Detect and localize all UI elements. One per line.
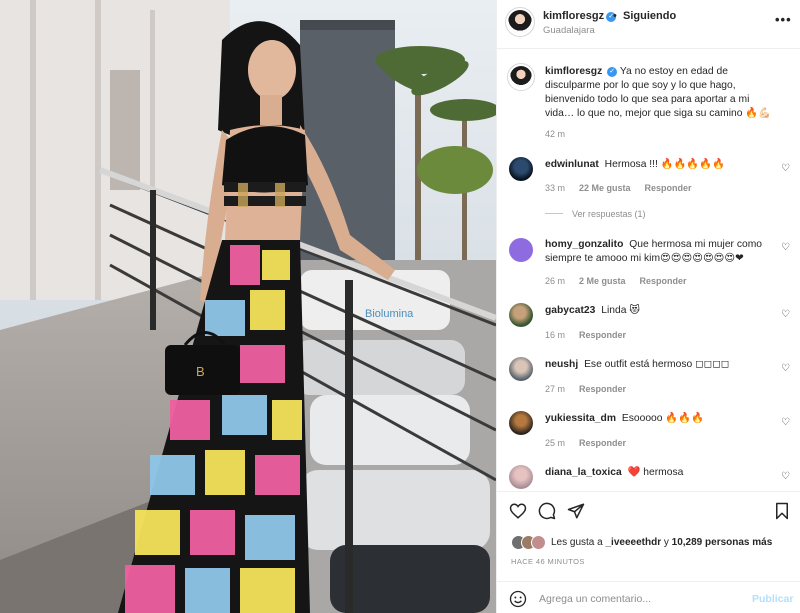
comment-text: Esooooo 🔥🔥🔥 bbox=[621, 413, 704, 424]
paper-plane-icon[interactable] bbox=[567, 502, 585, 520]
post-sidebar: kimfloresgz ✓ • Siguiendo Guadalajara •••… bbox=[496, 0, 800, 613]
comment-time: 25 m bbox=[545, 438, 566, 448]
post-location[interactable]: Guadalajara bbox=[543, 25, 595, 36]
emoji-icon[interactable] bbox=[509, 590, 527, 608]
reply-button[interactable]: Responder bbox=[645, 183, 692, 193]
likes-prefix: Les gusta a bbox=[551, 537, 603, 548]
comment-username[interactable]: diana_la_toxica bbox=[545, 467, 622, 478]
comment-likes[interactable]: 2 Me gusta bbox=[579, 276, 626, 286]
comment-username[interactable]: gabycat23 bbox=[545, 305, 595, 316]
post-header: kimfloresgz ✓ • Siguiendo Guadalajara ••• bbox=[497, 0, 800, 49]
add-comment-bar: Agrega un comentario... Publicar bbox=[497, 581, 800, 613]
comment-likes[interactable]: 22 Me gusta bbox=[579, 183, 631, 193]
likes-conjunction: y bbox=[663, 537, 669, 548]
post-actions: Les gusta a _iveeeethdr y 10,289 persona… bbox=[497, 491, 800, 613]
post-image: Biolumina B bbox=[0, 0, 496, 613]
reply-button[interactable]: Responder bbox=[579, 438, 626, 448]
comment-like-heart-icon[interactable]: ♡ bbox=[781, 471, 790, 482]
reply-button[interactable]: Responder bbox=[579, 384, 626, 394]
sign-text: Biolumina bbox=[365, 308, 414, 320]
comment-time: 27 m bbox=[545, 384, 566, 394]
heart-icon[interactable] bbox=[509, 502, 527, 520]
commenter-avatar[interactable] bbox=[509, 157, 533, 181]
reply-button[interactable]: Responder bbox=[579, 330, 626, 340]
bookmark-icon[interactable] bbox=[773, 502, 791, 520]
author-avatar[interactable] bbox=[507, 63, 535, 91]
comment-like-heart-icon[interactable]: ♡ bbox=[781, 309, 790, 320]
comment-input[interactable]: Agrega un comentario... bbox=[539, 593, 651, 605]
comment-text: Linda 😻 bbox=[601, 305, 641, 316]
comment-time: 33 m bbox=[545, 183, 566, 193]
likes-count[interactable]: 10,289 personas más bbox=[672, 537, 773, 548]
publish-button[interactable]: Publicar bbox=[752, 593, 793, 605]
comment-text: Hermosa !!! 🔥🔥🔥🔥🔥 bbox=[604, 159, 725, 170]
comment-like-heart-icon[interactable]: ♡ bbox=[781, 417, 790, 428]
comment-like-heart-icon[interactable]: ♡ bbox=[781, 363, 790, 374]
liker-username[interactable]: _iveeeethdr bbox=[606, 537, 662, 548]
likes-summary[interactable]: Les gusta a _iveeeethdr y 10,289 persona… bbox=[511, 535, 791, 553]
author-avatar[interactable] bbox=[505, 7, 535, 37]
separator-dot: • bbox=[613, 10, 617, 22]
commenter-avatar[interactable] bbox=[509, 465, 533, 489]
comment-time: 26 m bbox=[545, 276, 566, 286]
liker-avatar bbox=[531, 535, 546, 550]
comment-username[interactable]: yukiessita_dm bbox=[545, 413, 616, 424]
verified-badge-icon: ✓ bbox=[607, 67, 618, 77]
commenter-avatar[interactable] bbox=[509, 238, 533, 262]
commenter-avatar[interactable] bbox=[509, 303, 533, 327]
comment-username[interactable]: homy_gonzalito bbox=[545, 239, 623, 250]
svg-text:B: B bbox=[196, 364, 205, 379]
comment-time: 16 m bbox=[545, 330, 566, 340]
instagram-post-modal: Biolumina B kimfloresgz ✓ • Siguiendo Gu… bbox=[0, 0, 800, 613]
caption-username[interactable]: kimfloresgz bbox=[545, 66, 602, 77]
author-username[interactable]: kimfloresgz ✓ bbox=[543, 10, 617, 22]
post-photo[interactable]: Biolumina B bbox=[0, 0, 496, 613]
view-replies-button[interactable]: Ver respuestas (1) bbox=[545, 209, 646, 219]
comment-text: Ese outfit está hermoso ◻◻◻◻ bbox=[584, 359, 730, 370]
following-button[interactable]: Siguiendo bbox=[623, 10, 676, 22]
comment-bubble-icon[interactable] bbox=[538, 502, 556, 520]
commenter-avatar[interactable] bbox=[509, 357, 533, 381]
commenter-avatar[interactable] bbox=[509, 411, 533, 435]
caption-time: 42 m bbox=[545, 129, 566, 139]
comment-like-heart-icon[interactable]: ♡ bbox=[781, 163, 790, 174]
comment-text: ❤️ hermosa bbox=[627, 467, 684, 478]
reply-button[interactable]: Responder bbox=[640, 276, 687, 286]
comment-username[interactable]: neushj bbox=[545, 359, 578, 370]
comment-username[interactable]: edwinlunat bbox=[545, 159, 599, 170]
post-timestamp[interactable]: HACE 46 MINUTOS bbox=[511, 557, 585, 566]
more-options-icon[interactable]: ••• bbox=[775, 13, 792, 26]
comments-list[interactable]: kimfloresgz ✓ Ya no estoy en edad de disc… bbox=[497, 49, 800, 491]
comment-like-heart-icon[interactable]: ♡ bbox=[781, 242, 790, 253]
